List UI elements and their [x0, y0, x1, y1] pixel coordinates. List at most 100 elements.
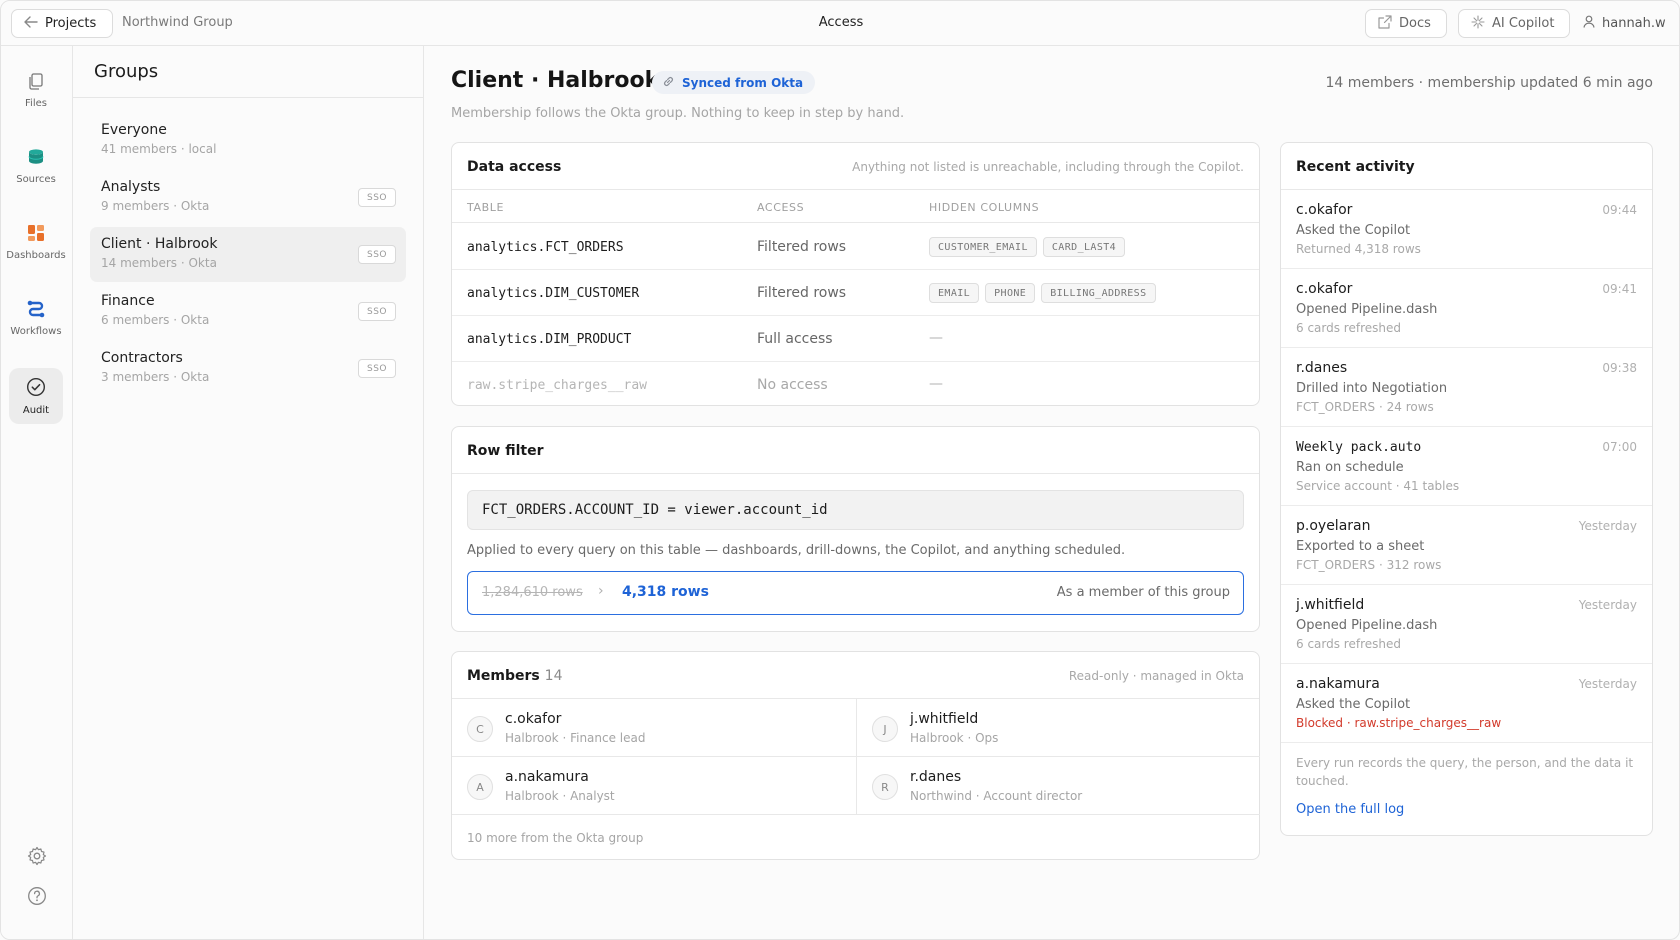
activity-actor: a.nakamura [1296, 676, 1380, 692]
activity-actor: c.okafor [1296, 202, 1353, 218]
sso-badge: SSO [358, 359, 396, 378]
copilot-label: AI Copilot [1492, 16, 1555, 31]
groups-panel: Groups Everyone 41 members · local Analy… [73, 46, 424, 939]
rail-label: Sources [16, 173, 56, 185]
hidden-column-tag: CARD_LAST4 [1042, 237, 1126, 257]
group-name: Finance [101, 293, 155, 309]
activity-time: Yesterday [1578, 519, 1637, 533]
activity-time: Yesterday [1578, 677, 1637, 691]
activity-detail-blocked: Blocked · raw.stripe_charges__raw [1296, 716, 1502, 730]
column-header-hidden-columns: HIDDEN COLUMNS [929, 201, 1040, 214]
member-item[interactable]: R r.danes Northwind · Account director [856, 757, 1260, 815]
card-title: Recent activity [1296, 159, 1415, 175]
app-window: Projects Northwind Group Access Docs AI … [0, 0, 1680, 940]
activity-item[interactable]: a.nakamura Yesterday Asked the Copilot B… [1281, 664, 1652, 743]
member-item[interactable]: J j.whitfield Halbrook · Ops [856, 699, 1260, 757]
group-name: Analysts [101, 179, 161, 195]
docs-label: Docs [1399, 16, 1431, 31]
group-meta: 9 members · Okta [101, 199, 210, 213]
activity-action: Opened Pipeline.dash [1296, 618, 1438, 633]
rail-item-audit[interactable]: Audit [9, 368, 63, 424]
card-header: Data access Anything not listed is unrea… [452, 143, 1259, 190]
activity-detail: 6 cards refreshed [1296, 637, 1401, 651]
member-name: j.whitfield [910, 711, 979, 727]
group-item-contractors[interactable]: Contractors 3 members · Okta SSO [90, 341, 406, 396]
chevron-right-icon: › [598, 583, 604, 599]
activity-action: Asked the Copilot [1296, 223, 1411, 238]
data-access-card: Data access Anything not listed is unrea… [451, 142, 1260, 406]
access-level: Filtered rows [757, 285, 847, 301]
member-role: Halbrook · Finance lead [505, 731, 646, 745]
table-row[interactable]: analytics.DIM_CUSTOMER Filtered rows EMA… [452, 270, 1259, 316]
settings-button[interactable] [25, 846, 49, 870]
rail-item-files[interactable]: Files [9, 62, 63, 118]
synced-label: Synced from Okta [682, 75, 804, 90]
rail-item-dashboards[interactable]: Dashboards [6, 214, 66, 270]
activity-detail: Returned 4,318 rows [1296, 242, 1421, 256]
access-level: Filtered rows [757, 239, 847, 255]
row-filter-description: Applied to every query on this table — d… [467, 543, 1126, 558]
membership-summary: 14 members · membership updated 6 min ag… [1325, 75, 1654, 91]
member-name: c.okafor [505, 711, 562, 727]
group-name: Everyone [101, 122, 167, 138]
column-header-access: ACCESS [757, 201, 805, 214]
group-meta: 6 members · Okta [101, 313, 210, 327]
files-icon [27, 72, 45, 93]
more-members-note: 10 more from the Okta group [467, 831, 644, 845]
row-filter-expression[interactable]: FCT_ORDERS.ACCOUNT_ID = viewer.account_i… [467, 490, 1244, 530]
group-item-analysts[interactable]: Analysts 9 members · Okta SSO [90, 170, 406, 225]
access-level: No access [757, 377, 828, 393]
table-row[interactable]: analytics.DIM_PRODUCT Full access — [452, 316, 1259, 362]
table-name: analytics.FCT_ORDERS [467, 240, 624, 255]
breadcrumb-org[interactable]: Northwind Group [122, 15, 233, 30]
rail-item-sources[interactable]: Sources [9, 138, 63, 194]
group-subtitle: Membership follows the Okta group. Nothi… [451, 106, 905, 121]
member-item[interactable]: C c.okafor Halbrook · Finance lead [452, 699, 856, 757]
members-count: 14 [544, 668, 563, 684]
activity-actor: c.okafor [1296, 281, 1353, 297]
activity-actor: Weekly pack.auto [1296, 440, 1422, 455]
group-item-finance[interactable]: Finance 6 members · Okta SSO [90, 284, 406, 339]
ai-copilot-button[interactable]: AI Copilot [1458, 9, 1570, 38]
gear-icon [27, 846, 47, 870]
group-item-everyone[interactable]: Everyone 41 members · local [90, 113, 406, 168]
member-name: a.nakamura [505, 769, 589, 785]
activity-actor: j.whitfield [1296, 597, 1365, 613]
activity-item[interactable]: Weekly pack.auto 07:00 Ran on schedule S… [1281, 427, 1652, 506]
activity-item[interactable]: c.okafor 09:41 Opened Pipeline.dash 6 ca… [1281, 269, 1652, 348]
dashboard-icon [27, 224, 45, 245]
activity-item[interactable]: c.okafor 09:44 Asked the Copilot Returne… [1281, 190, 1652, 269]
activity-detail: FCT_ORDERS · 24 rows [1296, 400, 1434, 414]
activity-item[interactable]: r.danes 09:38 Drilled into Negotiation F… [1281, 348, 1652, 427]
activity-detail: FCT_ORDERS · 312 rows [1296, 558, 1442, 572]
user-menu[interactable]: hannah.w [1583, 15, 1666, 32]
activity-action: Asked the Copilot [1296, 697, 1411, 712]
group-meta: 41 members · local [101, 142, 217, 156]
activity-action: Exported to a sheet [1296, 539, 1425, 554]
rail-item-workflows[interactable]: Workflows [9, 290, 63, 346]
table-row[interactable]: raw.stripe_charges__raw No access — [452, 362, 1259, 408]
activity-time: 09:41 [1602, 282, 1637, 296]
help-button[interactable] [25, 886, 49, 910]
sso-badge: SSO [358, 302, 396, 321]
docs-button[interactable]: Docs [1365, 9, 1447, 38]
activity-item[interactable]: j.whitfield Yesterday Opened Pipeline.da… [1281, 585, 1652, 664]
database-icon [27, 148, 45, 169]
group-item-client-halbrook[interactable]: Client · Halbrook 14 members · Okta SSO [90, 227, 406, 282]
rail-label: Audit [22, 404, 50, 416]
activity-action: Ran on schedule [1296, 460, 1404, 475]
back-to-projects-button[interactable]: Projects [11, 9, 113, 38]
table-name: analytics.DIM_CUSTOMER [467, 286, 640, 301]
member-role: Halbrook · Ops [910, 731, 999, 745]
card-header: Recent activity [1281, 143, 1652, 190]
help-icon [27, 886, 47, 910]
open-full-log-link[interactable]: Open the full log [1296, 802, 1404, 817]
rail-label: Dashboards [6, 249, 66, 261]
table-row[interactable]: analytics.FCT_ORDERS Filtered rows CUSTO… [452, 224, 1259, 270]
member-item[interactable]: A a.nakamura Halbrook · Analyst [452, 757, 856, 815]
user-icon [1583, 15, 1595, 32]
activity-time: 09:44 [1602, 203, 1637, 217]
activity-actor: r.danes [1296, 360, 1348, 376]
activity-item[interactable]: p.oyelaran Yesterday Exported to a sheet… [1281, 506, 1652, 585]
rail-label: Workflows [10, 325, 62, 337]
